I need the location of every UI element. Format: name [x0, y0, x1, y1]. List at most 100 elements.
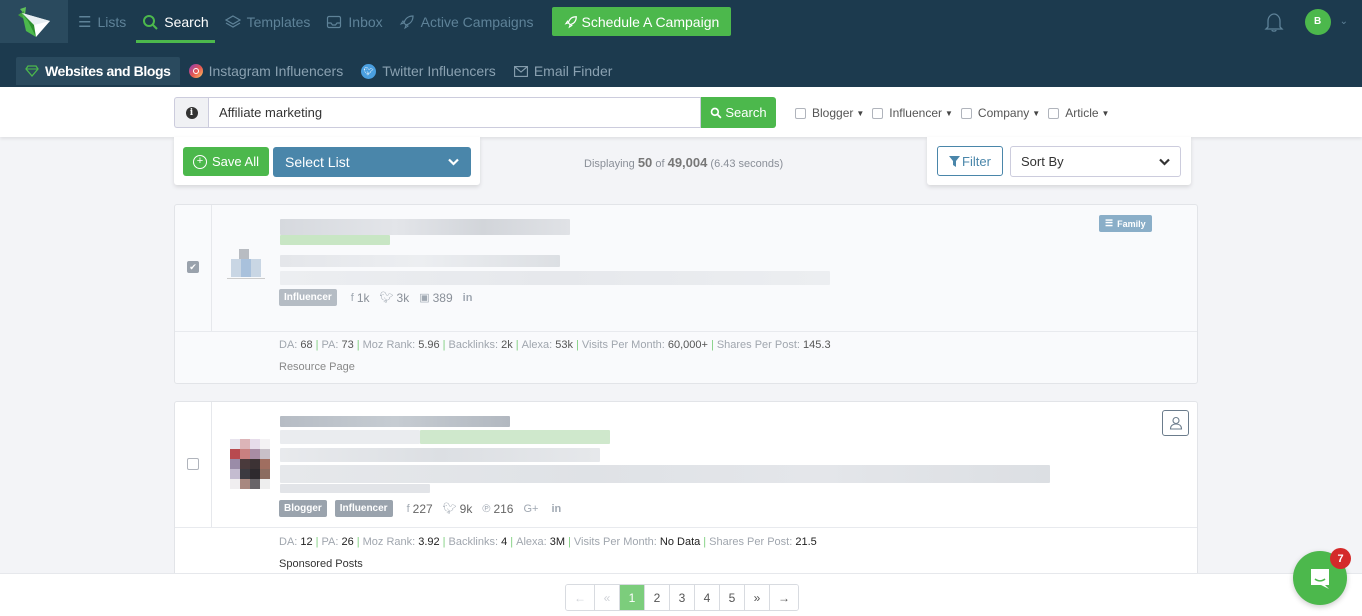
filter-button-label: Filter [962, 153, 991, 169]
filter-blogger[interactable]: Blogger ▼ [795, 106, 864, 120]
result-checkbox[interactable]: ✔ [187, 261, 199, 273]
list-badge[interactable]: ☰ Family [1099, 215, 1152, 232]
youtube-stat[interactable]: ▣ 389 [419, 291, 452, 305]
page-button[interactable]: 2 [645, 585, 670, 610]
select-column: ✔ [175, 205, 212, 331]
chat-icon [1311, 569, 1329, 589]
tab-twitter-influencers[interactable]: 🐦︎ Twitter Influencers [352, 57, 505, 85]
nav-inbox[interactable]: Inbox [320, 0, 388, 43]
results-summary: Displaying 50 of 49,004 (6.43 seconds) [584, 155, 783, 170]
page-button[interactable]: 3 [670, 585, 695, 610]
nav-active-campaigns[interactable]: Active Campaigns [393, 0, 540, 43]
stat-da: 68 [300, 339, 313, 351]
first-page-button[interactable]: ← [566, 585, 595, 610]
instagram-icon [188, 64, 203, 78]
influencer-checkbox[interactable] [872, 107, 884, 119]
last-page-button[interactable]: → [770, 585, 798, 610]
blurred-site-url [280, 235, 390, 245]
type-tag: Influencer [279, 289, 337, 306]
nav-lists[interactable]: ☰ Lists [72, 0, 132, 43]
article-checkbox[interactable] [1048, 107, 1060, 119]
nav-active-campaigns-label: Active Campaigns [420, 13, 534, 30]
blogger-checkbox[interactable] [795, 107, 806, 119]
add-contact-button[interactable] [1162, 410, 1189, 436]
linkedin-stat[interactable]: in [551, 503, 564, 515]
filter-company[interactable]: Company ▼ [960, 106, 1040, 120]
stat-shares: 21.5 [795, 536, 817, 548]
search-info-button[interactable]: i [174, 97, 208, 128]
stat-moz-rank: 5.96 [418, 339, 440, 351]
chevron-down-icon[interactable]: ⌄ [1340, 16, 1348, 27]
stat-alexa: 53k [555, 339, 573, 351]
pinterest-icon: ℗ [482, 502, 491, 515]
diamond-icon [25, 65, 39, 77]
result-checkbox[interactable] [187, 458, 199, 470]
summary-shown: 50 [637, 155, 653, 170]
nav-templates[interactable]: Templates [219, 0, 317, 43]
caret-down-icon[interactable]: ▼ [1102, 109, 1110, 118]
caret-down-icon[interactable]: ▼ [1032, 109, 1040, 118]
blurred-site-title [280, 416, 510, 427]
result-tags: Influencer f 1k 🐦︎ 3k ▣ 389 in [279, 289, 485, 306]
page-button[interactable]: 5 [720, 585, 745, 610]
tab-twitter-influencers-label: Twitter Influencers [382, 63, 496, 79]
tab-instagram-influencers[interactable]: Instagram Influencers [180, 57, 353, 85]
twitter-stat[interactable]: 🐦︎ 3k [380, 291, 410, 305]
user-avatar[interactable]: B [1304, 8, 1331, 35]
prev-page-button[interactable]: « [595, 585, 620, 610]
site-thumbnail[interactable] [230, 439, 270, 489]
page-button[interactable]: 4 [695, 585, 720, 610]
social-stats: f 227 🐦︎ 9k ℗ 216 G+ in [407, 502, 575, 516]
chevron-down-icon [1159, 158, 1170, 166]
search-input[interactable] [208, 97, 701, 128]
bell-icon[interactable] [1263, 11, 1285, 33]
filter-sort-panel: Filter Sort By [927, 137, 1191, 185]
twitter-count: 3k [396, 290, 410, 305]
stat-label: Shares Per Post: [716, 339, 800, 351]
sort-by-select[interactable]: Sort By [1010, 146, 1181, 177]
stat-shares: 145.3 [803, 339, 831, 351]
search-button[interactable]: Search [701, 97, 776, 128]
blurred-description [280, 255, 560, 267]
list-icon: ☰ [78, 13, 92, 31]
filter-blogger-label: Blogger [812, 106, 854, 120]
app-logo[interactable] [0, 0, 68, 43]
stat-visits: No Data [659, 536, 701, 548]
caret-down-icon[interactable]: ▼ [856, 109, 864, 118]
stat-da: 12 [300, 536, 313, 548]
facebook-stat[interactable]: f 227 [407, 502, 433, 516]
select-list-dropdown[interactable]: Select List [273, 147, 471, 177]
pinterest-stat[interactable]: ℗ 216 [482, 502, 513, 516]
next-page-button[interactable]: » [745, 585, 770, 610]
search-icon [711, 107, 722, 119]
facebook-count: 227 [412, 501, 433, 516]
stat-label: Moz Rank: [362, 536, 416, 548]
chevron-down-icon [448, 158, 459, 166]
select-list-label: Select List [285, 154, 350, 170]
summary-time: (6.43 seconds) [710, 158, 784, 170]
tab-email-finder[interactable]: Email Finder [505, 57, 622, 85]
filter-article[interactable]: Article ▼ [1048, 106, 1109, 120]
schedule-campaign-button[interactable]: Schedule A Campaign [551, 7, 732, 36]
google-plus-stat[interactable]: G+ [523, 503, 541, 515]
blurred-site-url [280, 430, 420, 444]
filter-influencer[interactable]: Influencer ▼ [872, 106, 953, 120]
tab-websites-and-blogs[interactable]: Websites and Blogs [16, 57, 180, 85]
site-thumbnail[interactable] [227, 249, 267, 297]
facebook-stat[interactable]: f 1k [351, 291, 370, 305]
linkedin-stat[interactable]: in [463, 292, 476, 304]
nav-search[interactable]: Search [136, 0, 215, 43]
google-plus-icon: G+ [523, 502, 539, 515]
page-button[interactable]: 1 [620, 585, 645, 610]
company-checkbox[interactable] [960, 107, 972, 119]
search-bar-area: i Search Blogger ▼ Influencer ▼ Company … [0, 87, 1362, 137]
type-tag: Influencer [334, 500, 393, 517]
filter-button[interactable]: Filter [937, 146, 1003, 176]
facebook-icon: f [350, 291, 354, 304]
save-all-button[interactable]: + Save All [183, 147, 269, 176]
caret-down-icon[interactable]: ▼ [945, 109, 953, 118]
funnel-icon [949, 155, 961, 167]
stat-label: Alexa: [521, 339, 553, 351]
rocket-icon [564, 15, 577, 28]
twitter-stat[interactable]: 🐦︎ 9k [443, 502, 473, 516]
